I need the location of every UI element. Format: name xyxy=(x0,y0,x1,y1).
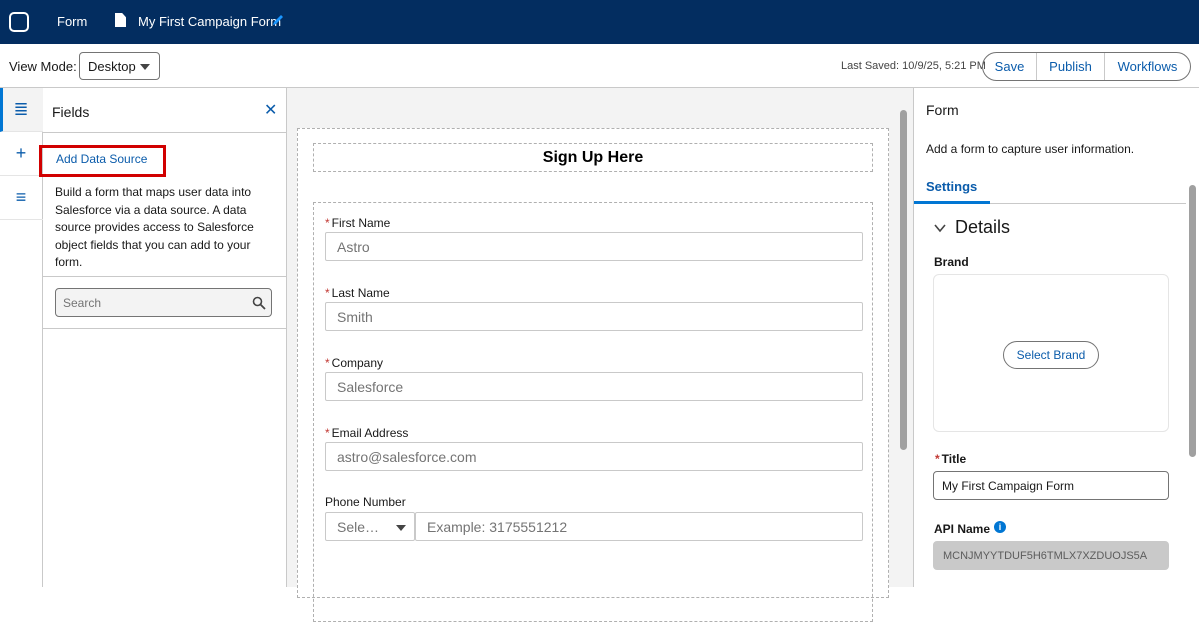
rail-item-fields[interactable]: ≣ xyxy=(0,88,43,132)
canvas-scrollbar[interactable] xyxy=(899,104,907,584)
toolbar: View Mode: Desktop Last Saved: 10/9/25, … xyxy=(0,44,1199,88)
form-heading-block[interactable]: Sign Up Here xyxy=(313,143,873,172)
rail-item-list[interactable]: ≡ xyxy=(0,176,43,220)
app-label: Form xyxy=(57,14,88,29)
first-name-label-text: First Name xyxy=(331,216,391,230)
search-input[interactable]: Search xyxy=(55,288,272,317)
properties-panel: Form Add a form to capture user informat… xyxy=(913,88,1199,587)
fields-icon: ≣ xyxy=(13,99,29,119)
phone-country-value: Sele… xyxy=(337,519,380,535)
last-name-label-text: Last Name xyxy=(331,286,390,300)
properties-scrollbar[interactable] xyxy=(1188,175,1196,587)
form-heading: Sign Up Here xyxy=(542,149,644,166)
first-name-label: * First Name xyxy=(325,216,390,230)
form-fields-block[interactable]: * First Name Astro * Last Name Smith * Comp… xyxy=(313,202,873,622)
caret-down-icon xyxy=(396,525,406,531)
info-icon[interactable]: i xyxy=(994,521,1006,533)
company-field[interactable]: Salesforce xyxy=(325,372,863,401)
app-header: Form My First Campaign Form xyxy=(0,0,1199,44)
phone-label: Phone Number xyxy=(325,495,406,509)
company-label-text: Company xyxy=(331,356,384,370)
last-saved-text: Last Saved: 10/9/25, 5:21 PM xyxy=(841,60,986,72)
properties-title: Form xyxy=(926,102,959,118)
publish-button[interactable]: Publish xyxy=(1037,53,1105,80)
company-label: * Company xyxy=(325,356,383,370)
properties-description: Add a form to capture user information. xyxy=(926,142,1135,156)
view-mode-select[interactable]: Desktop xyxy=(79,52,160,80)
title-label-text: Title xyxy=(941,452,967,466)
list-icon: ≡ xyxy=(15,187,27,207)
divider xyxy=(43,276,286,277)
close-icon[interactable]: ✕ xyxy=(264,103,277,119)
left-icon-rail: ≣ + ≡ xyxy=(0,88,43,587)
email-label: * Email Address xyxy=(325,426,408,440)
active-tab-indicator xyxy=(914,201,990,204)
document-icon xyxy=(115,13,126,27)
view-mode-value: Desktop xyxy=(88,59,136,74)
required-marker: * xyxy=(325,356,330,370)
form-card: Sign Up Here * First Name Astro * Last Nam… xyxy=(297,128,889,622)
tab-settings[interactable]: Settings xyxy=(926,179,977,194)
required-marker: * xyxy=(325,216,330,230)
details-section-title[interactable]: Details xyxy=(955,217,1010,238)
last-name-field[interactable]: Smith xyxy=(325,302,863,331)
fields-panel-title: Fields xyxy=(52,104,90,120)
chevron-down-icon[interactable] xyxy=(934,222,946,234)
fields-panel-header: Fields ✕ xyxy=(43,88,286,133)
api-name-field: MCNJMYYTDUF5H6TMLX7XZDUOJS5A xyxy=(933,541,1169,570)
last-name-label: * Last Name xyxy=(325,286,390,300)
view-mode-label: View Mode: xyxy=(9,59,77,74)
form-title: My First Campaign Form xyxy=(138,14,282,29)
rail-item-add[interactable]: + xyxy=(0,132,43,176)
fields-description: Build a form that maps user data into Sa… xyxy=(55,185,254,270)
select-brand-button[interactable]: Select Brand xyxy=(1003,341,1099,369)
fields-panel: Fields ✕ Add Data Source Build a form th… xyxy=(39,88,287,587)
form-canvas: Sign Up Here * First Name Astro * Last Nam… xyxy=(287,88,913,622)
add-data-source-link[interactable]: Add Data Source xyxy=(56,152,147,166)
divider xyxy=(43,328,286,329)
required-marker: * xyxy=(325,426,330,440)
brand-label: Brand xyxy=(934,255,969,269)
app-launcher-icon[interactable] xyxy=(9,12,29,32)
search-placeholder: Search xyxy=(63,296,102,310)
caret-down-icon xyxy=(140,64,150,70)
add-icon: + xyxy=(15,143,27,163)
required-marker: * xyxy=(325,286,330,300)
first-name-field[interactable]: Astro xyxy=(325,232,863,261)
api-name-label: API Name xyxy=(934,522,991,536)
scrollbar-thumb[interactable] xyxy=(1189,185,1196,457)
phone-number-field[interactable]: Example: 3175551212 xyxy=(415,512,863,541)
required-marker: * xyxy=(935,452,940,466)
title-label: * Title xyxy=(935,452,966,466)
save-button[interactable]: Save xyxy=(983,53,1037,80)
email-label-text: Email Address xyxy=(331,426,409,440)
title-field[interactable]: My First Campaign Form xyxy=(933,471,1169,500)
edit-pencil-icon[interactable] xyxy=(271,13,285,27)
email-field[interactable]: astro@salesforce.com xyxy=(325,442,863,471)
action-button-group: Save Publish Workflows xyxy=(982,52,1191,81)
scrollbar-thumb[interactable] xyxy=(900,110,907,450)
phone-country-select[interactable]: Sele… xyxy=(325,512,415,541)
search-icon xyxy=(252,296,266,310)
brand-box: Select Brand xyxy=(933,274,1169,432)
workflows-button[interactable]: Workflows xyxy=(1105,53,1190,80)
